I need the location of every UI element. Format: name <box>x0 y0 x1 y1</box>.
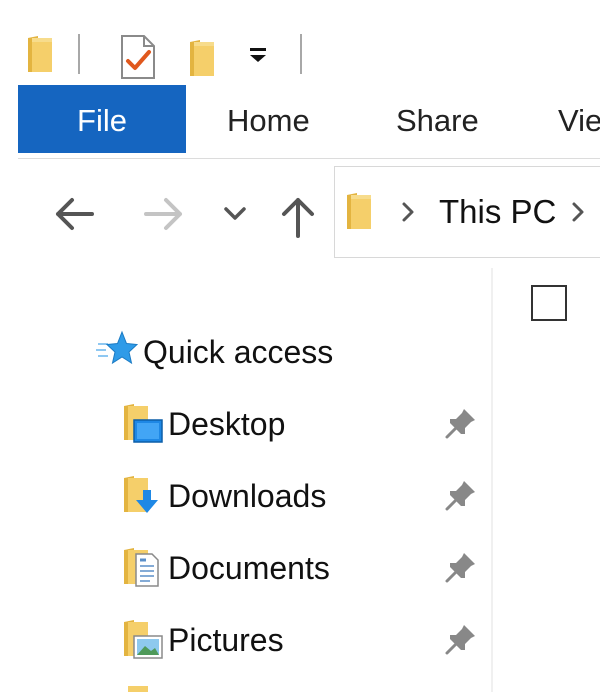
customize-dropdown-icon[interactable] <box>246 46 270 66</box>
toolbar-divider <box>300 34 302 74</box>
tab-home[interactable]: Home <box>227 85 310 153</box>
pin-icon[interactable] <box>444 622 478 656</box>
folder-icon <box>128 686 148 692</box>
select-all-checkbox[interactable] <box>531 285 567 321</box>
forward-button[interactable] <box>142 194 186 234</box>
breadcrumb-this-pc[interactable]: This PC <box>439 193 556 231</box>
folder-icon <box>345 191 375 231</box>
star-icon <box>96 330 139 370</box>
ribbon-divider <box>18 158 600 159</box>
ribbon-tabs: File Home Share Vie <box>0 85 600 155</box>
desktop-folder-icon <box>122 402 164 446</box>
pane-divider[interactable] <box>491 268 493 692</box>
pin-icon[interactable] <box>444 478 478 512</box>
tab-share[interactable]: Share <box>396 85 479 153</box>
arrow-up-icon <box>282 198 314 238</box>
breadcrumb-chevron-icon[interactable] <box>571 201 585 223</box>
arrow-left-icon <box>56 198 94 230</box>
downloads-folder-icon <box>122 474 164 518</box>
chevron-down-icon <box>224 207 246 220</box>
quick-access-label[interactable]: Quick access <box>143 334 333 371</box>
new-folder-icon[interactable] <box>186 36 218 78</box>
nav-item-desktop[interactable]: Desktop <box>168 406 285 443</box>
nav-item-pictures[interactable]: Pictures <box>168 622 284 659</box>
toolbar-divider <box>78 34 80 74</box>
breadcrumb-chevron-icon[interactable] <box>401 201 415 223</box>
tab-view[interactable]: Vie <box>558 85 600 153</box>
pictures-folder-icon <box>122 618 164 662</box>
pin-icon[interactable] <box>444 406 478 440</box>
arrow-right-icon <box>144 198 182 230</box>
documents-folder-icon <box>122 546 164 590</box>
tab-file[interactable]: File <box>18 85 186 153</box>
address-bar[interactable]: This PC <box>334 166 600 258</box>
folder-icon[interactable] <box>24 32 56 74</box>
nav-item-documents[interactable]: Documents <box>168 550 330 587</box>
recent-locations-button[interactable] <box>222 204 248 224</box>
up-button[interactable] <box>278 194 318 238</box>
pin-icon[interactable] <box>444 550 478 584</box>
back-button[interactable] <box>52 194 96 234</box>
properties-icon[interactable] <box>118 34 158 80</box>
nav-item-downloads[interactable]: Downloads <box>168 478 326 515</box>
